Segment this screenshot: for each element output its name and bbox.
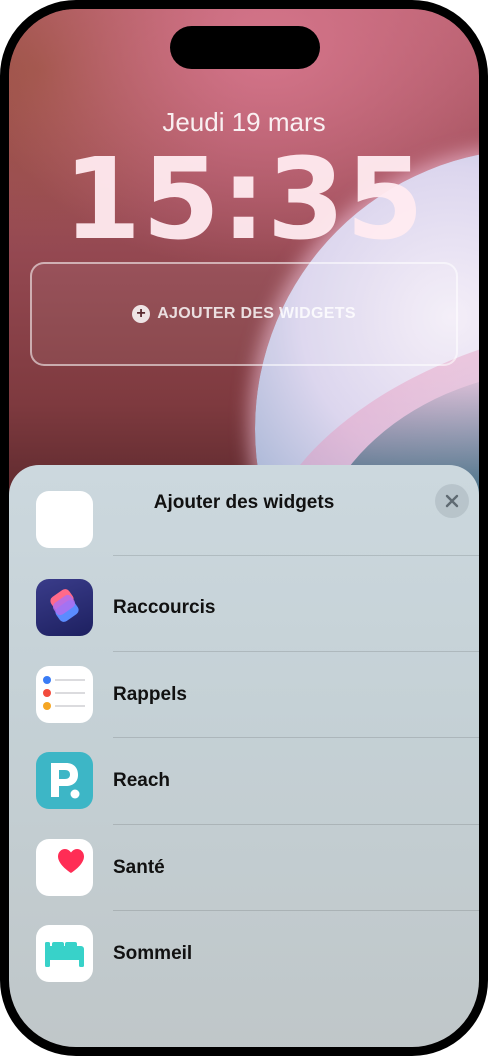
list-divider [113,555,479,556]
reminders-icon [36,665,93,723]
list-item-sommeil[interactable]: Sommeil [9,911,479,998]
sleep-icon [36,925,93,982]
list-item-partial[interactable] [36,491,93,549]
list-item-rappels[interactable]: Rappels [9,652,479,738]
list-item-reach[interactable]: Reach [9,738,479,825]
shortcuts-icon [36,579,93,636]
dynamic-island [170,26,320,69]
close-icon [445,494,459,508]
reach-icon [36,752,93,809]
list-item-raccourcis[interactable]: Raccourcis [9,565,479,652]
app-label: Raccourcis [113,597,216,619]
add-widgets-sheet: Ajouter des widgets Raccourcis Rappels R… [9,465,479,1047]
app-label: Sommeil [113,943,193,965]
lockscreen-date[interactable]: Jeudi 19 mars [9,107,479,138]
add-widgets-area[interactable]: + AJOUTER DES WIDGETS [30,262,458,366]
phone-frame: Jeudi 19 mars 15:35 + AJOUTER DES WIDGET… [0,0,488,1056]
close-button[interactable] [435,484,469,518]
list-item-sante[interactable]: Santé [9,825,479,911]
health-icon [36,838,93,896]
partial-app-icon [36,491,93,548]
app-label: Rappels [113,683,187,705]
lockscreen-clock[interactable]: 15:35 [9,144,479,256]
app-label: Reach [113,770,171,792]
add-widgets-label: AJOUTER DES WIDGETS [157,305,356,322]
app-label: Santé [113,856,165,878]
app-list: Raccourcis Rappels Reach Santé Sommeil [9,565,479,998]
plus-circle-icon: + [132,305,151,323]
